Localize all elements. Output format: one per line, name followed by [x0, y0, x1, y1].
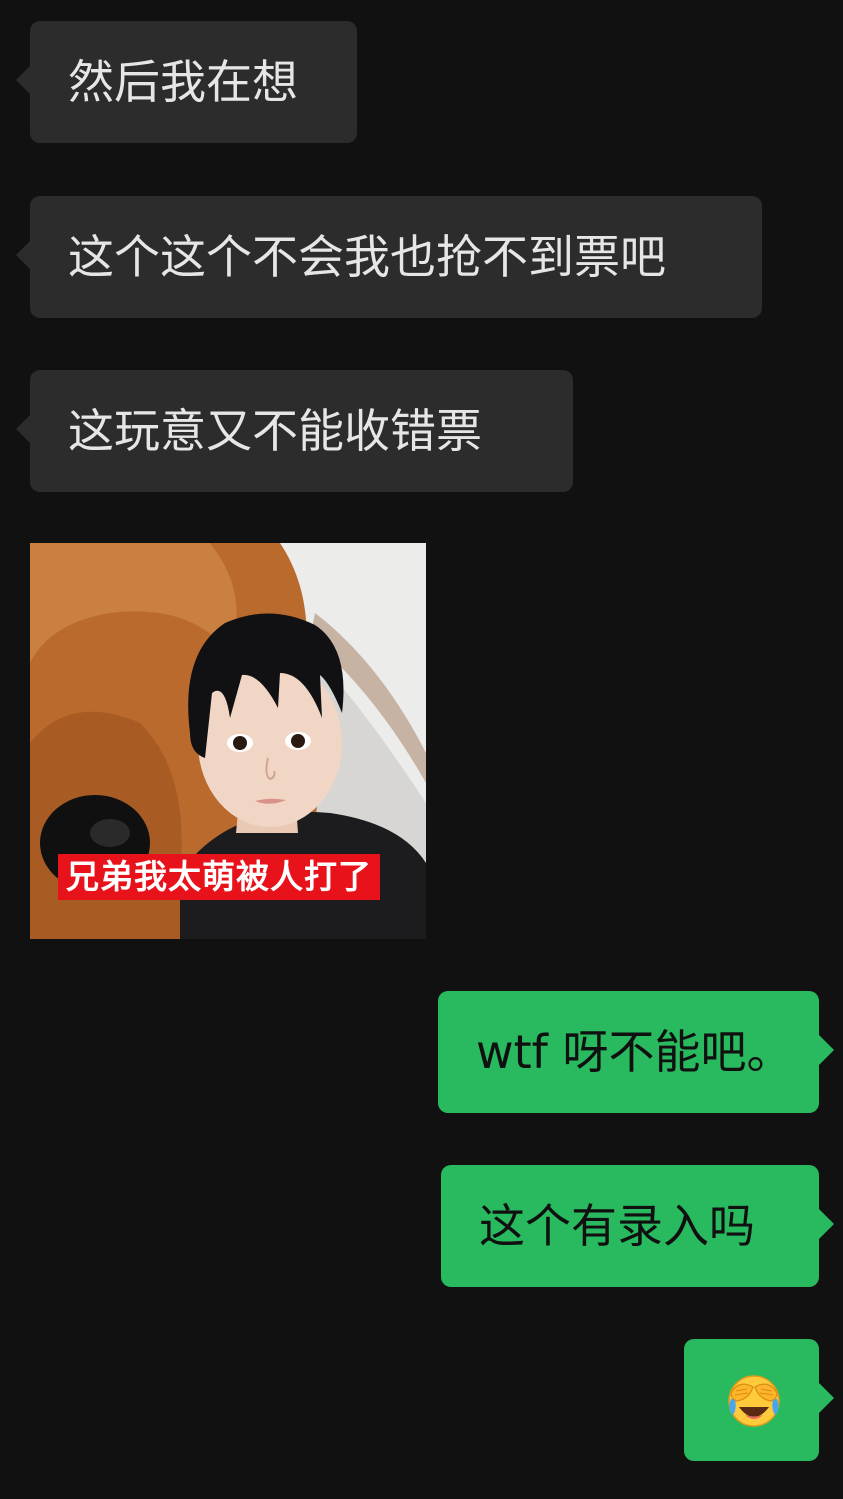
message-bubble-sent[interactable]: wtf 呀不能吧。	[438, 991, 834, 1113]
message-bubble-received[interactable]: 然后我在想	[16, 21, 357, 143]
message-bubble-received[interactable]: 这个这个不会我也抢不到票吧	[16, 196, 762, 318]
face-palm-laughing-emoji	[727, 1375, 780, 1427]
message-text: wtf 呀不能吧。	[476, 1025, 793, 1079]
chat-window: 然后我在想 这个这个不会我也抢不到票吧 这玩意又不能收错票 兄弟我太萌被人打了 …	[0, 0, 843, 1499]
image-caption: 兄弟我太萌被人打了	[58, 854, 380, 900]
message-text: 然后我在想	[68, 55, 298, 109]
message-bubble-sent[interactable]	[684, 1339, 834, 1461]
message-text: 这个有录入吗	[479, 1199, 755, 1253]
message-bubble-sent[interactable]: 这个有录入吗	[441, 1165, 834, 1287]
image-message[interactable]: 兄弟我太萌被人打了	[30, 543, 426, 939]
message-text: 这个这个不会我也抢不到票吧	[68, 230, 666, 284]
message-bubble-received[interactable]: 这玩意又不能收错票	[16, 370, 573, 492]
message-text: 这玩意又不能收错票	[68, 404, 482, 458]
